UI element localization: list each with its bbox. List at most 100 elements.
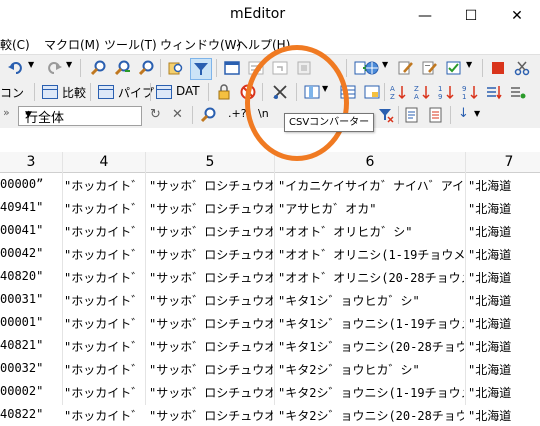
sort-descending-icon[interactable]: ZA — [414, 84, 430, 100]
undo-icon[interactable] — [8, 60, 24, 76]
table-cell[interactable]: "北海道 — [468, 177, 540, 194]
table-cell[interactable]: 40820" — [0, 269, 60, 283]
table-cell[interactable]: "ホッカイト゛ウ" — [64, 407, 144, 424]
table-row[interactable]: 00031" "ホッカイト゛ウ" "サッホ゛ロシチュウオウク" "キタ1シ゛ョウヒカ゛… — [0, 288, 540, 311]
arrow-dropdown-icon[interactable]: ▼ — [474, 109, 480, 118]
table-cell[interactable]: "キタ2シ゛ョウニシ(20-28チョウメ)" — [278, 407, 464, 424]
table-cell[interactable]: "サッホ゛ロシチュウオウク" — [149, 292, 273, 309]
cut-icon[interactable] — [514, 60, 530, 76]
table-cell[interactable]: "サッホ゛ロシチュウオウク" — [149, 338, 273, 355]
table-cell[interactable]: "サッホ゛ロシチュウオウク" — [149, 269, 273, 286]
toolbar-overflow-icon[interactable]: » — [3, 106, 10, 119]
table-cell[interactable]: "キタ2シ゛ョウヒカ゛シ" — [278, 361, 464, 378]
table-cell[interactable]: "ホッカイト゛ウ" — [64, 384, 144, 401]
column-header-5[interactable]: 5 — [146, 152, 275, 172]
table-cell[interactable]: "北海道 — [468, 315, 540, 332]
table-cell[interactable]: "キタ1シ゛ョウニシ(20-28チョウメ)" — [278, 338, 464, 355]
table-cell[interactable]: 00001" — [0, 315, 60, 329]
csv-grid[interactable]: 00000” "ホッカイト゛ウ" "サッホ゛ロシチュウオウク" "イカニケイサイカ゛ナ… — [0, 173, 540, 423]
table-cell[interactable]: "ホッカイト゛ウ" — [64, 200, 144, 217]
column-header-7[interactable]: 7 — [466, 152, 540, 172]
search-icon[interactable] — [90, 60, 106, 76]
redo-dropdown-icon[interactable]: ▼ — [66, 60, 72, 69]
menu-window[interactable]: ウィンドウ(W) — [160, 36, 241, 53]
table-cell[interactable]: "北海道 — [468, 223, 540, 240]
table-row[interactable]: 00001" "ホッカイト゛ウ" "サッホ゛ロシチュウオウク" "キタ1シ゛ョウニシ(… — [0, 311, 540, 334]
refresh-icon[interactable]: ↻ — [150, 107, 161, 122]
bookmark-doc-icon[interactable] — [404, 107, 420, 123]
table-cell[interactable]: "北海道 — [468, 361, 540, 378]
table-cell[interactable]: "ホッカイト゛ウ" — [64, 223, 144, 240]
diff-button[interactable]: 比較 — [62, 84, 86, 101]
table-cell[interactable]: "オオト゛オリニシ(1-19チョウメ)" — [278, 246, 464, 263]
table-cell[interactable]: "サッホ゛ロシチュウオウク" — [149, 200, 273, 217]
table-cell[interactable]: "サッホ゛ロシチュウオウク" — [149, 315, 273, 332]
table-cell[interactable]: 00042" — [0, 246, 60, 260]
table-cell[interactable]: "サッホ゛ロシチュウオウク" — [149, 223, 273, 240]
sort-numeric-icon[interactable]: 19 — [438, 84, 454, 100]
table-cell[interactable]: "北海道 — [468, 407, 540, 424]
search-prev-icon[interactable] — [138, 60, 154, 76]
table-row[interactable]: 00000” "ホッカイト゛ウ" "サッホ゛ロシチュウオウク" "イカニケイサイカ゛ナ… — [0, 173, 540, 196]
table-cell[interactable]: "ホッカイト゛ウ" — [64, 177, 144, 194]
dat-button[interactable]: DAT — [176, 84, 200, 98]
table-cell[interactable]: 40821" — [0, 338, 60, 352]
search-next-icon[interactable] — [114, 60, 130, 76]
table-cell[interactable]: 00041" — [0, 223, 60, 237]
pipe-button[interactable]: パイプ — [118, 84, 154, 101]
table-cell[interactable]: "オオト゛オリニシ(20-28チョウメ)" — [278, 269, 464, 286]
filter-button[interactable] — [190, 58, 212, 80]
sort-ascending-icon[interactable]: AZ — [390, 84, 406, 100]
table-row[interactable]: 40822" "ホッカイト゛ウ" "サッホ゛ロシチュウオウク" "キタ2シ゛ョウニシ(… — [0, 403, 540, 426]
table-row[interactable]: 40941" "ホッカイト゛ウ" "サッホ゛ロシチュウオウク" "アサヒカ゛オカ""北… — [0, 196, 540, 219]
table-cell[interactable]: 00031" — [0, 292, 60, 306]
undo-dropdown-icon[interactable]: ▼ — [28, 60, 34, 69]
table-cell[interactable]: "北海道 — [468, 246, 540, 263]
table-cell[interactable]: "北海道 — [468, 338, 540, 355]
table-cell[interactable]: "ホッカイト゛ウ" — [64, 361, 144, 378]
table-cell[interactable]: "北海道 — [468, 200, 540, 217]
search-scope-combo[interactable]: 行全体 ▼ — [18, 106, 142, 126]
menu-macro[interactable]: マクロ(M) — [44, 36, 100, 53]
close-button[interactable]: ✕ — [494, 0, 540, 32]
compare-toolbar-button[interactable]: コン — [0, 84, 24, 101]
table-cell[interactable]: "北海道 — [468, 384, 540, 401]
table-cell[interactable]: "サッホ゛ロシチュウオウク" — [149, 384, 273, 401]
checklist-dropdown-icon[interactable]: ▼ — [466, 60, 472, 69]
table-cell[interactable]: 00000” — [0, 177, 60, 191]
table-cell[interactable]: "サッホ゛ロシチュウオウク" — [149, 361, 273, 378]
globe-dropdown-icon[interactable]: ▼ — [382, 60, 388, 69]
table-cell[interactable]: "ホッカイト゛ウ" — [64, 338, 144, 355]
doc-list-icon[interactable] — [428, 107, 444, 123]
table-cell[interactable]: "キタ2シ゛ョウニシ(1-19チョウメ)" — [278, 384, 464, 401]
table-cell[interactable]: "サッホ゛ロシチュウオウク" — [149, 246, 273, 263]
redo-icon[interactable] — [46, 60, 62, 76]
menu-compare[interactable]: 較(C) — [0, 36, 30, 53]
table-cell[interactable]: "サッホ゛ロシチュウオウク" — [149, 177, 273, 194]
table-row[interactable]: 40820" "ホッカイト゛ウ" "サッホ゛ロシチュウオウク" "オオト゛オリニシ(2… — [0, 265, 540, 288]
table-cell[interactable]: 00032" — [0, 361, 60, 375]
table-row[interactable]: 00042" "ホッカイト゛ウ" "サッホ゛ロシチュウオウク" "オオト゛オリニシ(1… — [0, 242, 540, 265]
clear-search-icon[interactable]: ✕ — [172, 107, 183, 122]
globe-icon[interactable] — [364, 60, 380, 76]
table-cell[interactable]: 40941" — [0, 200, 60, 214]
table-cell[interactable]: "キタ1シ゛ョウニシ(1-19チョウメ)" — [278, 315, 464, 332]
minimize-button[interactable]: — — [402, 0, 448, 32]
table-cell[interactable]: "イカニケイサイカ゛ナイハ゛アイ" — [278, 177, 464, 194]
table-cell[interactable]: "ホッカイト゛ウ" — [64, 269, 144, 286]
stop-icon[interactable] — [492, 62, 504, 74]
unique-lines-icon[interactable] — [510, 84, 526, 100]
window-list-icon[interactable] — [224, 60, 240, 76]
column-header-4[interactable]: 4 — [63, 152, 146, 172]
sort-lines-icon[interactable] — [486, 84, 502, 100]
table-cell[interactable]: "ホッカイト゛ウ" — [64, 315, 144, 332]
table-cell[interactable]: "キタ1シ゛ョウヒカ゛シ" — [278, 292, 464, 309]
clear-filter-icon[interactable] — [378, 107, 394, 123]
find-files-icon[interactable] — [168, 60, 184, 76]
table-cell[interactable]: "アサヒカ゛オカ" — [278, 200, 464, 217]
regex-toggle[interactable]: .+? — [228, 107, 247, 120]
lock-icon[interactable] — [216, 84, 232, 100]
arrow-down-icon[interactable]: ↓ — [458, 106, 469, 121]
table-cell[interactable]: "ホッカイト゛ウ" — [64, 292, 144, 309]
table-row[interactable]: 00032" "ホッカイト゛ウ" "サッホ゛ロシチュウオウク" "キタ2シ゛ョウヒカ゛… — [0, 357, 540, 380]
